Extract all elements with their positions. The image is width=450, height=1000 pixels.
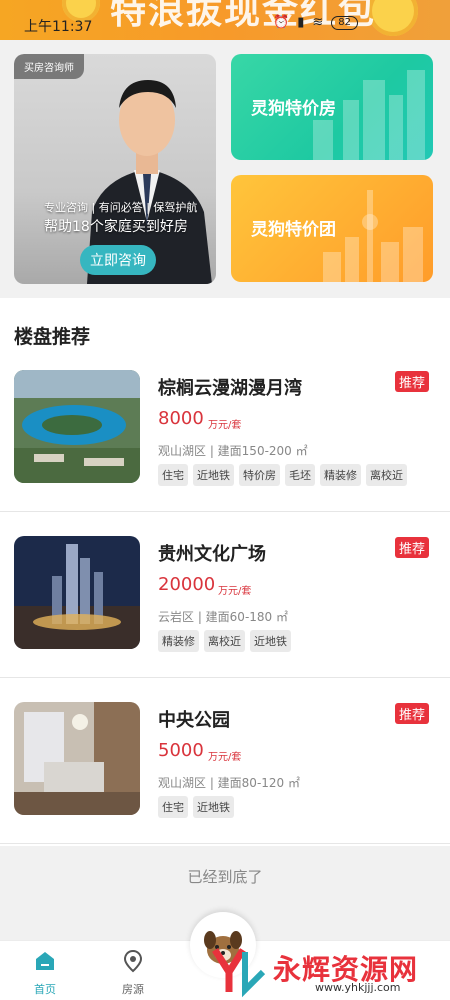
tab-listings[interactable]: 房源 <box>108 949 158 997</box>
signal-icon: ▮ <box>297 15 305 30</box>
tag: 近地铁 <box>250 630 291 652</box>
watermark-url: www.yhkjjj.com <box>315 981 401 994</box>
property-tags: 精装修 离校近 近地铁 <box>158 630 291 652</box>
tab-label: 房源 <box>122 983 144 996</box>
tag: 精装修 <box>320 464 361 486</box>
recommend-badge: 推荐 <box>394 703 429 724</box>
tag: 毛坯 <box>285 464 315 486</box>
property-meta: 观山湖区 | 建面150-200 ㎡ <box>158 444 308 458</box>
tag: 住宅 <box>158 464 188 486</box>
consultant-card[interactable]: 买房咨询师 专业咨询 | 有问必答 | 保驾护航 帮助18个家庭买到好房 立即咨… <box>14 54 216 284</box>
consultant-tag: 买房咨询师 <box>14 54 84 79</box>
tab-label: 首页 <box>34 983 56 996</box>
property-price: 8000 <box>158 408 204 429</box>
property-thumbnail <box>14 702 140 815</box>
tag: 特价房 <box>239 464 280 486</box>
consultant-headline: 帮助18个家庭买到好房 <box>44 219 188 235</box>
watermark-mark-icon <box>212 948 266 998</box>
hero-section: 买房咨询师 专业咨询 | 有问必答 | 保驾护航 帮助18个家庭买到好房 立即咨… <box>0 40 450 298</box>
tag: 离校近 <box>366 464 407 486</box>
tag: 住宅 <box>158 796 188 818</box>
price-unit: 万元/套 <box>208 752 242 763</box>
home-icon <box>36 952 54 970</box>
wifi-icon: ≋ <box>312 15 324 30</box>
recommend-badge: 推荐 <box>394 371 429 392</box>
promo-special-group[interactable]: 灵狗特价团 <box>231 175 433 282</box>
promo-label: 灵狗特价团 <box>251 220 336 240</box>
consult-now-button[interactable]: 立即咨询 <box>80 245 156 275</box>
recommend-badge: 推荐 <box>394 537 429 558</box>
promo-label: 灵狗特价房 <box>251 99 336 119</box>
property-thumbnail <box>14 536 140 649</box>
location-pin-icon <box>123 949 143 973</box>
status-icons: ⏰ ▮ ≋ 82 <box>273 15 358 30</box>
property-name: 贵州文化广场 <box>158 544 266 565</box>
property-price: 20000 <box>158 574 216 595</box>
tag: 精装修 <box>158 630 199 652</box>
list-item[interactable]: 中央公园 推荐 5000 万元/套 观山湖区 | 建面80-120 ㎡ 住宅 近… <box>0 678 450 844</box>
watermark-logo: 永辉资源网 www.yhkjjj.com <box>205 940 450 1000</box>
property-price: 5000 <box>158 740 204 761</box>
price-unit: 万元/套 <box>218 586 252 597</box>
property-name: 棕榈云漫湖漫月湾 <box>158 378 302 399</box>
section-title: 楼盘推荐 <box>14 326 91 348</box>
tab-home[interactable]: 首页 <box>20 949 70 997</box>
property-meta: 云岩区 | 建面60-180 ㎡ <box>158 610 288 624</box>
alarm-icon: ⏰ <box>273 15 290 30</box>
listing-section: 楼盘推荐 棕榈云漫湖漫月湾 推荐 8000 万元/套 观山湖区 | 建面150-… <box>0 298 450 846</box>
status-bar: 特浪拔现金红包 上午11:37 ⏰ ▮ ≋ 82 <box>0 0 450 40</box>
property-tags: 住宅 近地铁 <box>158 796 234 818</box>
property-thumbnail <box>14 370 140 483</box>
property-name: 中央公园 <box>158 710 230 731</box>
list-item[interactable]: 贵州文化广场 推荐 20000 万元/套 云岩区 | 建面60-180 ㎡ 精装… <box>0 512 450 678</box>
tag: 近地铁 <box>193 464 234 486</box>
tag: 近地铁 <box>193 796 234 818</box>
price-unit: 万元/套 <box>208 420 242 431</box>
list-item[interactable]: 棕榈云漫湖漫月湾 推荐 8000 万元/套 观山湖区 | 建面150-200 ㎡… <box>0 346 450 512</box>
battery-icon: 82 <box>331 15 358 30</box>
tag: 离校近 <box>204 630 245 652</box>
end-of-list-note: 已经到底了 <box>187 868 263 886</box>
divider <box>0 843 450 844</box>
property-meta: 观山湖区 | 建面80-120 ㎡ <box>158 776 300 790</box>
consultant-subtitle: 专业咨询 | 有问必答 | 保驾护航 <box>44 201 198 214</box>
status-time: 上午11:37 <box>24 19 93 35</box>
promo-special-house[interactable]: 灵狗特价房 <box>231 54 433 160</box>
property-tags: 住宅 近地铁 特价房 毛坯 精装修 离校近 <box>158 464 407 486</box>
